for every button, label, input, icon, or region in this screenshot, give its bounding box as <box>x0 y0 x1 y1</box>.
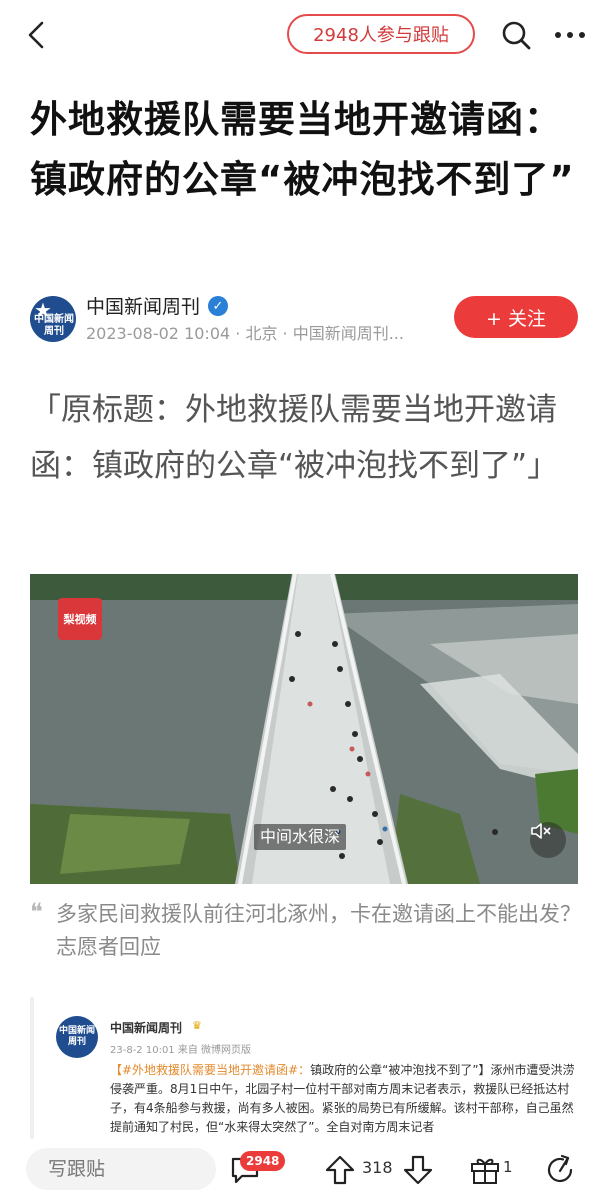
upvote-icon[interactable] <box>324 1154 356 1186</box>
gift-count: 1 <box>503 1158 513 1176</box>
write-comment-input[interactable]: 写跟贴 <box>26 1148 216 1190</box>
gift-icon[interactable] <box>468 1153 502 1187</box>
share-icon[interactable] <box>544 1153 578 1187</box>
search-icon[interactable] <box>500 19 532 51</box>
quote-icon: ❝ <box>30 898 43 926</box>
comment-count-badge: 2948 <box>240 1151 286 1171</box>
mute-icon[interactable] <box>530 822 566 858</box>
embed-avatar: 中国新闻周刊 <box>56 1016 98 1058</box>
vote-count: 318 <box>362 1158 393 1177</box>
embed-hashtag[interactable]: 【#外地救援队需要当地开邀请函#： <box>110 1063 310 1077</box>
video-caption: 中间水很深 <box>254 824 347 850</box>
follow-button[interactable]: + 关注 <box>454 296 578 338</box>
downvote-icon[interactable] <box>402 1154 434 1186</box>
bottom-bar: 写跟贴 2948 318 1 <box>0 1140 608 1199</box>
article-headline: 外地救援队需要当地开邀请函：镇政府的公章“被冲泡找不到了” <box>30 98 575 201</box>
participants-pill[interactable]: 2948人参与跟贴 <box>287 14 475 54</box>
video-quote: 多家民间救援队前往河北涿州，卡在邀请函上不能出发？志愿者回应 <box>56 902 581 959</box>
video-source-logo: 梨视频 <box>58 598 102 640</box>
video-player[interactable]: 梨视频 中间水很深 <box>30 574 578 884</box>
verified-icon: ✓ <box>208 296 228 316</box>
embed-meta: 23-8-2 10:01 来自 微博网页版 <box>110 1045 252 1056</box>
more-icon[interactable] <box>552 22 588 48</box>
author-name[interactable]: 中国新闻周刊 <box>86 292 200 319</box>
crown-icon: ♛ <box>192 1019 202 1032</box>
avatar-text: 中国新闻周刊 <box>34 314 74 337</box>
embed-body: 【#外地救援队需要当地开邀请函#：镇政府的公章“被冲泡找不到了”】涿州市遭受洪涝… <box>110 1061 580 1137</box>
top-bar: 2948人参与跟贴 <box>0 0 608 70</box>
author-avatar[interactable]: ★ 中国新闻周刊 <box>30 296 76 342</box>
publish-meta: 2023-08-02 10:04 · 北京 · 中国新闻周刊... <box>86 324 404 343</box>
embedded-post[interactable]: 中国新闻周刊 中国新闻周刊 ♛ 23-8-2 10:01 来自 微博网页版 【#… <box>30 997 582 1139</box>
original-title: 「原标题：外地救援队需要当地开邀请函：镇政府的公章“被冲泡找不到了”」 <box>30 392 559 484</box>
embed-author-name: 中国新闻周刊 <box>110 1021 183 1035</box>
back-arrow-icon[interactable] <box>22 18 52 52</box>
